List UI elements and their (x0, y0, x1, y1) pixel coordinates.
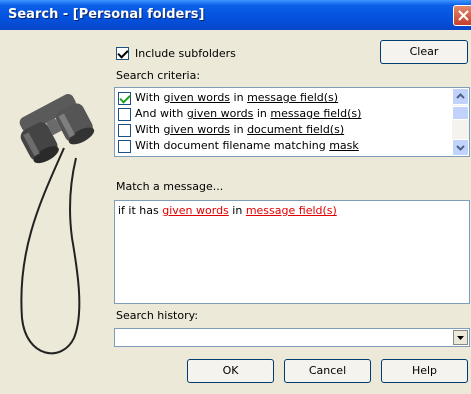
search-history-dropdown-button[interactable] (453, 330, 468, 345)
criteria-item-text: With document filename matching mask (135, 139, 359, 152)
scroll-down-button[interactable] (452, 139, 469, 156)
criteria-item-checkbox[interactable] (118, 140, 131, 153)
cancel-button[interactable]: Cancel (284, 359, 371, 383)
include-subfolders-label: Include subfolders (135, 47, 236, 60)
criteria-item-checkbox[interactable] (118, 108, 131, 121)
scroll-up-arrow-icon (456, 93, 465, 99)
help-button[interactable]: Help (381, 359, 468, 383)
match-message-label: Match a message... (116, 180, 224, 193)
search-history-label: Search history: (116, 309, 199, 322)
dropdown-arrow-icon (457, 336, 464, 340)
criteria-item-text: With given words in document field(s) (135, 123, 345, 136)
clear-button[interactable]: Clear (380, 40, 468, 64)
search-dialog: Search - [Personal folders] Include subf… (0, 0, 471, 394)
search-criteria-label: Search criteria: (116, 69, 201, 82)
close-button[interactable] (453, 5, 471, 26)
criteria-scrollbar[interactable] (452, 88, 469, 156)
include-subfolders-checkbox[interactable] (116, 47, 129, 60)
match-message-editor[interactable]: if it has given words in message field(s… (114, 200, 470, 304)
criteria-item-checkbox[interactable] (118, 124, 131, 137)
close-icon (458, 10, 469, 21)
title-bar[interactable]: Search - [Personal folders] (0, 0, 471, 30)
ok-button[interactable]: OK (187, 359, 274, 383)
search-criteria-list[interactable]: With given words in message field(s) And… (114, 87, 470, 157)
criteria-item-text: And with given words in message field(s) (135, 107, 362, 120)
binoculars-icon (19, 94, 95, 355)
scroll-up-button[interactable] (452, 88, 469, 105)
criteria-item-text: With given words in message field(s) (135, 91, 339, 104)
match-message-text: if it has given words in message field(s… (118, 204, 337, 217)
search-history-combo[interactable] (114, 328, 470, 347)
criteria-item-checkbox[interactable] (118, 92, 131, 105)
window-title: Search - [Personal folders] (8, 7, 205, 22)
scroll-thumb[interactable] (452, 106, 469, 120)
scroll-down-arrow-icon (456, 145, 465, 151)
